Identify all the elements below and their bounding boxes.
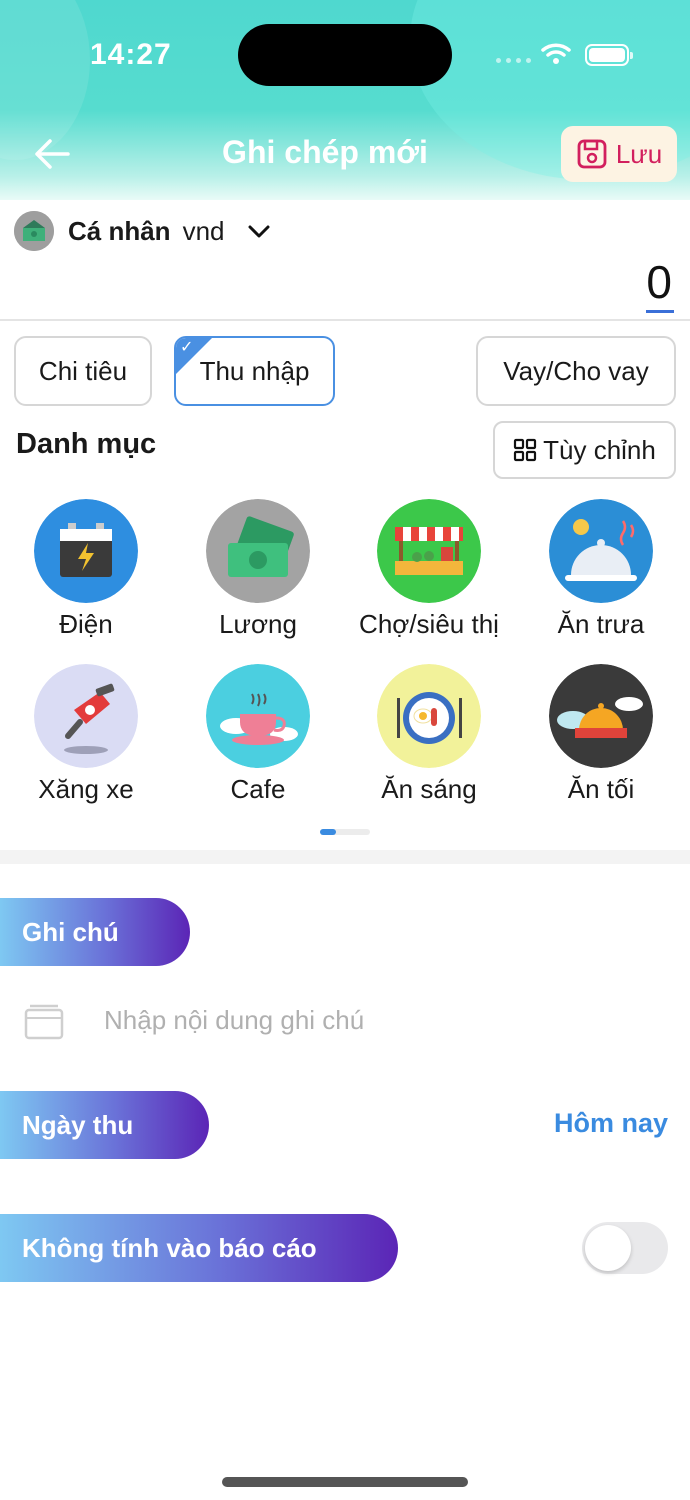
date-section-header: Ngày thu — [0, 1091, 209, 1159]
wifi-icon — [541, 43, 571, 64]
category-label: Cafe — [230, 774, 286, 804]
category-label: Xăng xe — [38, 774, 134, 804]
category-label: Chợ/siêu thị — [359, 609, 499, 639]
exclude-report-toggle[interactable] — [582, 1222, 668, 1274]
category-section-title: Danh mục — [16, 428, 157, 460]
tab-label: Thu nhập — [199, 355, 310, 386]
cellular-signal-icon — [496, 58, 531, 63]
exclude-report-title: Không tính vào báo cáo — [22, 1232, 317, 1263]
tab-expense[interactable]: Chi tiêu — [14, 336, 152, 406]
exclude-report-header: Không tính vào báo cáo — [0, 1214, 398, 1282]
category-label: Ăn trưa — [557, 609, 645, 639]
check-icon: ✓ — [180, 339, 194, 356]
page-title: Ghi chép mới — [222, 134, 428, 170]
tab-loan[interactable]: Vay/Cho vay — [476, 336, 676, 406]
date-picker-link[interactable]: Hôm nay — [554, 1108, 668, 1139]
note-title: Ghi chú — [22, 916, 119, 947]
customize-label: Tùy chỉnh — [543, 434, 656, 465]
category-label: Lương — [219, 609, 297, 639]
floppy-disk-icon — [577, 139, 607, 169]
category-label: Ăn sáng — [381, 774, 477, 804]
market-stall-icon — [377, 499, 481, 603]
note-row — [24, 1000, 644, 1040]
amount-input[interactable]: 0 — [646, 254, 674, 313]
save-button[interactable]: Lưu — [561, 126, 677, 182]
money-icon — [206, 499, 310, 603]
cloche-icon — [549, 499, 653, 603]
tab-label: Vay/Cho vay — [503, 355, 649, 386]
header: 14:27 Ghi chép mới Lưu — [0, 0, 690, 200]
account-name: Cá nhân — [68, 215, 171, 246]
category-item-an-toi[interactable]: Ăn tối — [515, 664, 687, 805]
note-icon — [24, 1004, 64, 1040]
category-item-luong[interactable]: Lương — [172, 499, 344, 640]
category-item-cafe[interactable]: Cafe — [172, 664, 344, 805]
fuel-nozzle-icon — [34, 664, 138, 768]
account-currency: vnd — [182, 215, 225, 246]
wallet-avatar-icon — [14, 211, 54, 251]
category-item-dien[interactable]: Điện — [0, 499, 172, 640]
note-section-header: Ghi chú — [0, 898, 190, 966]
dynamic-island — [238, 24, 452, 86]
section-separator — [0, 850, 690, 864]
category-page-indicator — [320, 829, 370, 835]
save-label: Lưu — [615, 138, 663, 169]
home-indicator[interactable] — [222, 1477, 468, 1487]
customize-button[interactable]: Tùy chỉnh — [493, 421, 676, 479]
toggle-knob — [585, 1225, 631, 1271]
divider — [0, 319, 690, 321]
battery-icon — [585, 44, 633, 66]
status-time: 14:27 — [90, 38, 172, 71]
account-selector[interactable]: Cá nhân vnd — [14, 210, 271, 252]
dinner-cloche-icon — [549, 664, 653, 768]
tab-label: Chi tiêu — [38, 355, 128, 386]
category-label: Điện — [59, 609, 113, 639]
date-title: Ngày thu — [22, 1109, 134, 1140]
category-item-an-trua[interactable]: Ăn trưa — [515, 499, 687, 640]
category-label: Ăn tối — [567, 774, 635, 804]
category-item-cho-sieu-thi[interactable]: Chợ/siêu thị — [343, 499, 515, 640]
battery-icon — [34, 499, 138, 603]
coffee-cup-icon — [206, 664, 310, 768]
page-dot-active — [320, 829, 336, 835]
tab-income[interactable]: ✓ Thu nhập — [174, 336, 335, 406]
chevron-down-icon[interactable] — [247, 221, 271, 241]
breakfast-plate-icon — [377, 664, 481, 768]
category-item-an-sang[interactable]: Ăn sáng — [343, 664, 515, 805]
grid-icon — [514, 438, 537, 462]
category-item-xang-xe[interactable]: Xăng xe — [0, 664, 172, 805]
note-input[interactable] — [104, 1004, 644, 1036]
